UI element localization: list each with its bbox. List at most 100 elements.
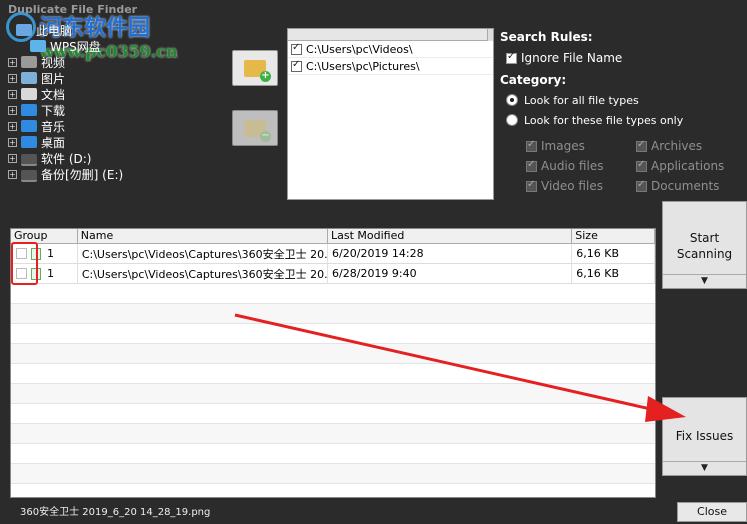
expand-icon[interactable]: +: [8, 137, 17, 147]
start-scanning-button[interactable]: Start Scanning ▼: [662, 201, 747, 289]
fix-issues-dropdown-icon[interactable]: ▼: [663, 461, 746, 475]
tree-item-wps[interactable]: WPS网盘: [8, 38, 228, 54]
empty-row: [11, 444, 655, 464]
add-folder-button[interactable]: +: [232, 50, 278, 86]
type-images[interactable]: Images: [526, 139, 636, 153]
drive-icon: [21, 154, 37, 166]
download-folder-icon: [21, 104, 37, 116]
tree-item-label: 桌面: [41, 135, 66, 150]
close-button[interactable]: Close: [677, 502, 747, 522]
fix-issues-label: Fix Issues: [675, 429, 734, 443]
results-table[interactable]: Group Name Last Modified Size 1 C:\Users…: [10, 228, 656, 498]
empty-row: [11, 464, 655, 484]
column-header-modified[interactable]: Last Modified: [328, 229, 573, 243]
type-checkbox[interactable]: [526, 159, 537, 172]
expand-icon[interactable]: +: [8, 89, 17, 99]
type-archives[interactable]: Archives: [636, 139, 746, 153]
expand-icon[interactable]: +: [8, 121, 17, 131]
tree-item-desktop[interactable]: + 桌面: [8, 134, 228, 150]
file-modified: 6/20/2019 14:28: [328, 243, 573, 264]
empty-row: [11, 324, 655, 344]
folder-tree[interactable]: 此电脑 WPS网盘 + 视频 + 图片 + 文档 + 下载 + 音乐 + 桌面 …: [8, 22, 228, 200]
tree-item-label: 此电脑: [36, 23, 73, 38]
type-checkbox[interactable]: [636, 179, 647, 192]
document-folder-icon: [21, 88, 37, 100]
tree-item-drive-d[interactable]: + 软件 (D:): [8, 150, 228, 166]
folder-path: C:\Users\pc\Videos\: [306, 42, 413, 56]
table-header: Group Name Last Modified Size: [11, 229, 655, 244]
look-all-label: Look for all file types: [524, 93, 639, 107]
type-audio[interactable]: Audio files: [526, 159, 636, 173]
empty-row: [11, 284, 655, 304]
look-all-option[interactable]: Look for all file types: [500, 90, 747, 110]
look-these-option[interactable]: Look for these file types only: [500, 110, 747, 130]
folder-path: C:\Users\pc\Pictures\: [306, 59, 420, 73]
type-label: Audio files: [541, 159, 604, 173]
expand-icon[interactable]: +: [8, 57, 17, 67]
tree-item-this-pc[interactable]: 此电脑: [8, 22, 228, 38]
type-applications[interactable]: Applications: [636, 159, 746, 173]
expand-icon[interactable]: +: [8, 153, 17, 163]
tree-item-label: 视频: [41, 55, 66, 70]
status-text: 360安全卫士 2019_6_20 14_28_19.png: [20, 507, 211, 518]
table-row[interactable]: 1 C:\Users\pc\Videos\Captures\360安全卫士 20…: [11, 263, 655, 284]
type-video[interactable]: Video files: [526, 179, 636, 193]
folder-row[interactable]: C:\Users\pc\Pictures\: [288, 58, 493, 75]
tree-item-videos[interactable]: + 视频: [8, 54, 228, 70]
tree-item-label: 图片: [41, 71, 66, 86]
type-checkbox[interactable]: [526, 139, 537, 152]
ignore-file-name-label: Ignore File Name: [521, 51, 623, 65]
tree-item-label: 下载: [41, 103, 66, 118]
scrollbar[interactable]: [487, 29, 493, 41]
ignore-file-name-checkbox[interactable]: [506, 51, 517, 64]
type-checkbox[interactable]: [636, 159, 647, 172]
category-heading: Category:: [500, 73, 567, 87]
music-folder-icon: [21, 120, 37, 132]
computer-icon: [16, 24, 32, 36]
fix-issues-button[interactable]: Fix Issues ▼: [662, 397, 747, 476]
column-header-group[interactable]: Group: [11, 229, 78, 243]
start-scanning-dropdown-icon[interactable]: ▼: [663, 274, 746, 288]
tree-item-documents[interactable]: + 文档: [8, 86, 228, 102]
folder-remove-icon: −: [244, 119, 271, 142]
ignore-file-name-option[interactable]: Ignore File Name: [500, 48, 747, 68]
tree-item-label: 音乐: [41, 119, 66, 134]
type-label: Applications: [651, 159, 725, 173]
tree-item-pictures[interactable]: + 图片: [8, 70, 228, 86]
folder-row[interactable]: C:\Users\pc\Videos\: [288, 41, 493, 58]
expand-icon[interactable]: +: [8, 105, 17, 115]
file-modified: 6/28/2019 9:40: [328, 263, 573, 284]
folder-add-icon: +: [244, 59, 271, 82]
type-documents[interactable]: Documents: [636, 179, 746, 193]
remove-folder-button[interactable]: −: [232, 110, 278, 146]
type-label: Documents: [651, 179, 720, 193]
type-checkbox[interactable]: [636, 139, 647, 152]
empty-row: [11, 424, 655, 444]
look-all-radio[interactable]: [506, 94, 518, 106]
tree-item-downloads[interactable]: + 下载: [8, 102, 228, 118]
picture-folder-icon: [21, 72, 37, 84]
folder-list[interactable]: C:\Users\pc\Videos\ C:\Users\pc\Pictures…: [287, 28, 494, 200]
type-checkbox[interactable]: [526, 179, 537, 192]
file-name: C:\Users\pc\Videos\Captures\360安全卫士 20..…: [78, 243, 329, 264]
type-label: Archives: [651, 139, 703, 153]
cloud-icon: [30, 40, 46, 52]
folder-checkbox[interactable]: [291, 42, 302, 55]
tree-item-label: 备份[勿删] (E:): [41, 167, 124, 182]
file-type-options: Images Archives Audio files Applications…: [526, 136, 746, 196]
expand-icon[interactable]: +: [8, 169, 17, 179]
expand-icon[interactable]: +: [8, 73, 17, 83]
tree-item-label: 文档: [41, 87, 66, 102]
look-these-radio[interactable]: [506, 114, 518, 126]
table-row[interactable]: 1 C:\Users\pc\Videos\Captures\360安全卫士 20…: [11, 243, 655, 264]
column-header-name[interactable]: Name: [78, 229, 329, 243]
empty-row: [11, 304, 655, 324]
folder-list-header: [288, 29, 487, 41]
tree-item-drive-e[interactable]: + 备份[勿删] (E:): [8, 166, 228, 182]
empty-row: [11, 384, 655, 404]
tree-item-music[interactable]: + 音乐: [8, 118, 228, 134]
column-header-size[interactable]: Size: [572, 229, 655, 243]
empty-row: [11, 344, 655, 364]
folder-checkbox[interactable]: [291, 59, 302, 72]
group-number: 1: [47, 267, 54, 280]
